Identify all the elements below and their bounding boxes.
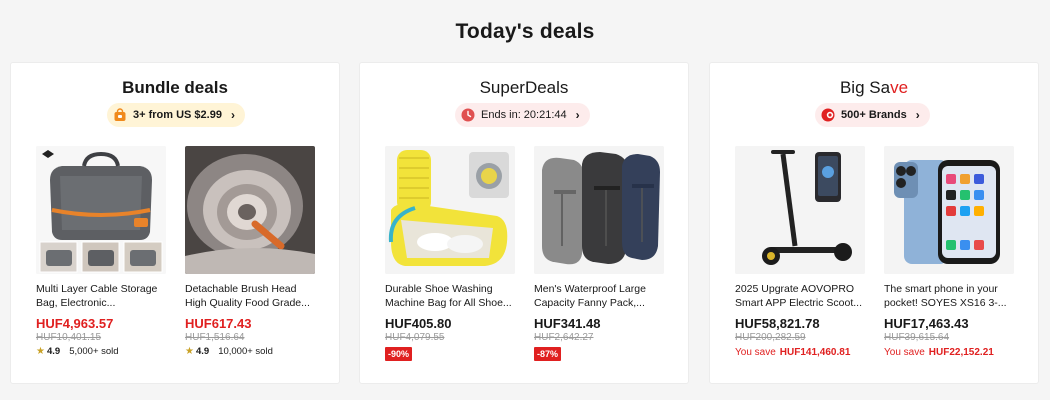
product-image: [385, 146, 515, 274]
product-image: [36, 146, 166, 274]
product-price: HUF405.80: [385, 316, 452, 331]
original-price: HUF2,642.27: [534, 332, 594, 343]
product-price: HUF4,963.57: [36, 316, 114, 331]
card-title[interactable]: SuperDeals: [360, 78, 688, 98]
star-icon: ★: [36, 346, 45, 357]
you-save-label: You save: [735, 347, 776, 358]
product-tile[interactable]: Multi Layer Cable Storage Bag, Electroni…: [36, 146, 166, 357]
product-price: HUF617.43: [185, 316, 252, 331]
sold-count: 5,000+ sold: [69, 346, 119, 357]
original-price: HUF39,615.64: [884, 332, 950, 343]
countdown-label: Ends in: 20:21:44: [481, 109, 567, 121]
original-price: HUF200,282.59: [735, 332, 806, 343]
original-price: HUF10,401.15: [36, 332, 102, 343]
product-price: HUF58,821.78: [735, 316, 820, 331]
product-price: HUF17,463.43: [884, 316, 969, 331]
card-title[interactable]: Big Save: [710, 78, 1038, 98]
shopping-bag-icon: [113, 108, 127, 122]
chevron-right-icon: ›: [230, 108, 235, 122]
product-tile[interactable]: Detachable Brush Head High Quality Food …: [185, 146, 315, 357]
product-tile[interactable]: Durable Shoe Washing Machine Bag for All…: [385, 146, 515, 362]
you-save-label: You save: [884, 347, 925, 358]
bundle-deals-card[interactable]: Bundle deals 3+ from US $2.99 › Multi La…: [10, 62, 340, 384]
chevron-right-icon: ›: [915, 108, 920, 122]
product-tile[interactable]: Men's Waterproof Large Capacity Fanny Pa…: [534, 146, 664, 362]
superdeals-pill[interactable]: Ends in: 20:21:44 ›: [455, 103, 590, 127]
original-price: HUF4,079.55: [385, 332, 445, 343]
rating-value: 4.9: [46, 346, 61, 357]
card-title[interactable]: Bundle deals: [11, 78, 339, 98]
you-save-row: You save HUF22,152.21: [884, 347, 1014, 358]
product-tile[interactable]: 2025 Upgrate AOVOPRO Smart APP Electric …: [735, 146, 865, 358]
big-save-card[interactable]: Big Save 500+ Brands › 2025 Upgrate AOVO…: [709, 62, 1039, 384]
card-title-accent: ve: [890, 78, 909, 97]
product-image: [534, 146, 664, 274]
you-save-amount: HUF141,460.81: [779, 347, 851, 358]
product-name[interactable]: Men's Waterproof Large Capacity Fanny Pa…: [534, 282, 664, 310]
product-name[interactable]: 2025 Upgrate AOVOPRO Smart APP Electric …: [735, 282, 865, 310]
original-price: HUF1,516.64: [185, 332, 245, 343]
bundle-deals-pill[interactable]: 3+ from US $2.99 ›: [107, 103, 245, 127]
product-image: [185, 146, 315, 274]
discount-badge: -87%: [534, 347, 562, 361]
chevron-right-icon: ›: [575, 108, 580, 122]
rating-row: ★ 4.9 10,000+ sold: [185, 346, 315, 357]
product-tile[interactable]: The smart phone in your pocket! SOYES XS…: [884, 146, 1014, 358]
product-name[interactable]: The smart phone in your pocket! SOYES XS…: [884, 282, 1014, 310]
product-name[interactable]: Durable Shoe Washing Machine Bag for All…: [385, 282, 515, 310]
product-image: [735, 146, 865, 274]
product-name[interactable]: Multi Layer Cable Storage Bag, Electroni…: [36, 282, 166, 310]
you-save-row: You save HUF141,460.81: [735, 347, 865, 358]
clock-icon: [461, 108, 475, 122]
superdeals-card[interactable]: SuperDeals Ends in: 20:21:44 › Durable S…: [359, 62, 689, 384]
rating-value: 4.9: [195, 346, 210, 357]
big-save-pill[interactable]: 500+ Brands ›: [815, 103, 930, 127]
sold-count: 10,000+ sold: [218, 346, 273, 357]
product-image: [884, 146, 1014, 274]
card-title-part: Big Sa: [839, 78, 891, 97]
product-price: HUF341.48: [534, 316, 601, 331]
rating-row: ★ 4.9 5,000+ sold: [36, 346, 166, 357]
page-title: Today's deals: [455, 20, 595, 43]
pill-label: 500+ Brands: [841, 109, 907, 121]
discount-badge: -90%: [385, 347, 413, 361]
pill-label: 3+ from US $2.99: [133, 109, 222, 121]
sale-tag-icon: [821, 108, 835, 122]
you-save-amount: HUF22,152.21: [928, 347, 994, 358]
star-icon: ★: [185, 346, 194, 357]
product-name[interactable]: Detachable Brush Head High Quality Food …: [185, 282, 315, 310]
